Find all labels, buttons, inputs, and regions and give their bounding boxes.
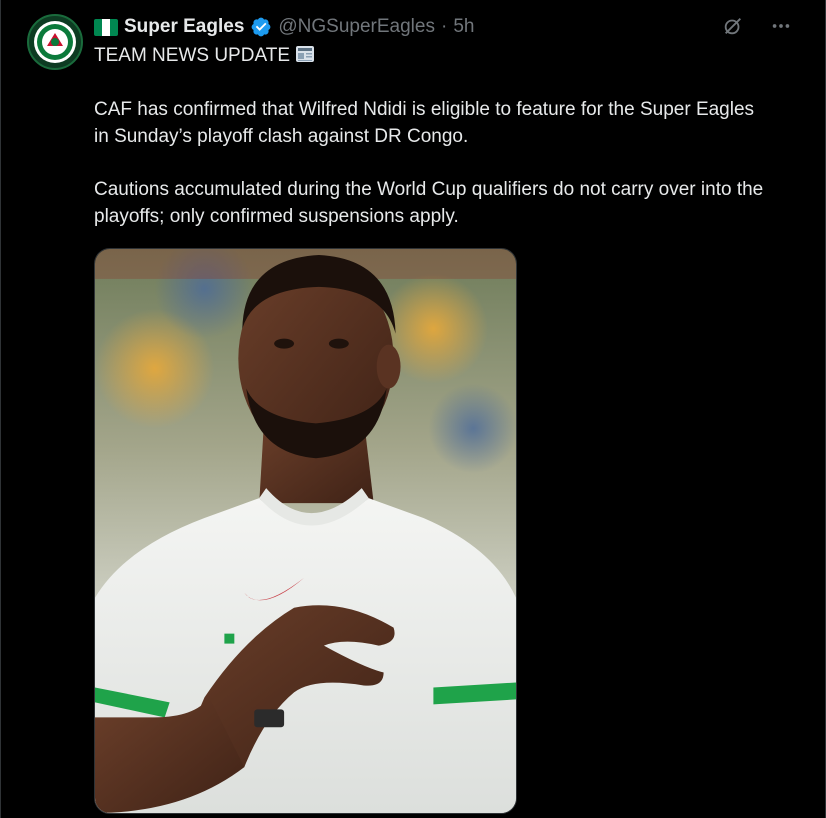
post-container[interactable]: Super Eagles @NGSuperEagles · 5h TEAM NE… [0,0,826,818]
post-actions [721,14,793,38]
user-handle[interactable]: @NGSuperEagles [278,16,435,38]
more-icon[interactable] [769,14,793,38]
newspaper-icon [296,46,314,62]
headline-line: TEAM NEWS UPDATE [94,42,774,69]
avatar[interactable] [27,14,83,70]
player-photo-image [95,249,516,813]
separator-dot: · [440,16,448,37]
post-header: Super Eagles @NGSuperEagles · 5h [94,14,474,40]
display-name[interactable]: Super Eagles [124,16,244,38]
post-paragraph-2: Cautions accumulated during the World Cu… [94,179,764,227]
nigeria-flag-icon [94,18,118,36]
post-timestamp[interactable]: 5h [453,16,474,38]
post-text: TEAM NEWS UPDATE CAF has confirmed that … [94,42,774,256]
post-photo[interactable] [94,248,517,814]
post-headline: TEAM NEWS UPDATE [94,45,290,66]
grok-icon[interactable] [721,14,745,38]
verified-badge-icon[interactable] [250,16,272,38]
post-paragraph-1: CAF has confirmed that Wilfred Ndidi is … [94,99,755,147]
nff-logo-icon [34,21,76,63]
